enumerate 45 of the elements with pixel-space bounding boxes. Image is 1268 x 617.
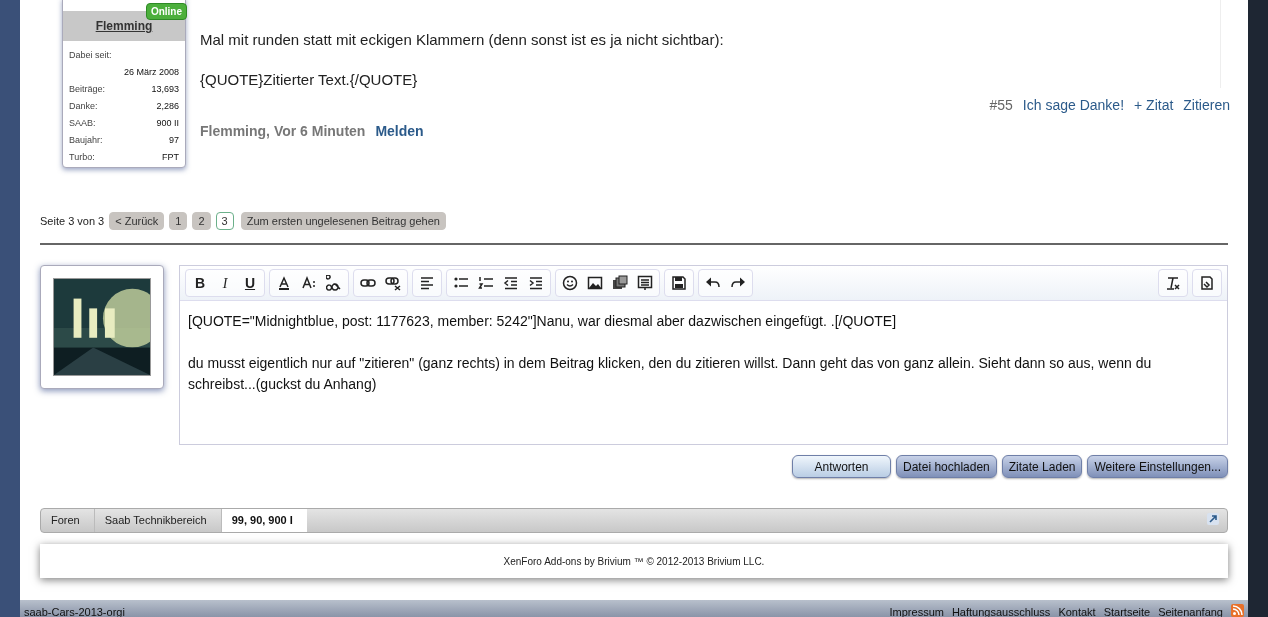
form-button[interactable]: Zitate Laden <box>1001 455 1083 478</box>
bold-button[interactable]: B <box>188 271 212 295</box>
stat-value: 97 <box>169 134 179 147</box>
stat-value: FPT <box>162 151 179 164</box>
jump-icon[interactable] <box>1207 513 1219 525</box>
footer-credit: XenForo Add-ons by Brivium ™ © 2012-2013 Brivium LLC. <box>503 554 765 569</box>
editor-text: [QUOTE="Midnightblue, post: 1177623, member: 5242"]Nanu, war diesmal aber dazwischen eingefügt. .[/QUOTE] <box>188 312 898 331</box>
form-button[interactable]: Datei hochladen <box>896 455 997 478</box>
previous-page-link[interactable]: < Zurück <box>109 212 165 230</box>
report-link[interactable]: Melden <box>375 121 424 142</box>
underline-button[interactable]: U <box>238 271 262 295</box>
form-button[interactable]: Weitere Einstellungen... <box>1087 455 1228 478</box>
breadcrumb-link[interactable]: 99, 90, 900 I <box>221 509 307 532</box>
breadcrumb-link[interactable]: Foren <box>41 509 95 532</box>
stat-value: 26 März 2008 <box>123 66 179 79</box>
stat-label: Turbo: <box>69 151 95 164</box>
breadcrumb-link[interactable]: Saab Technikbereich <box>94 509 222 532</box>
stat-label: Danke: <box>69 100 98 113</box>
page-link[interactable]: 2 <box>192 212 211 230</box>
post-action-link[interactable]: Ich sage Danke! <box>1022 95 1124 116</box>
page-link[interactable]: 3 <box>215 212 234 230</box>
stat-label: Dabei seit: <box>69 49 113 62</box>
online-badge: Online <box>145 3 187 20</box>
stat-value: 900 II <box>156 117 179 130</box>
rss-icon[interactable] <box>1231 604 1244 617</box>
italic-button[interactable]: I <box>213 271 237 295</box>
footer-link[interactable]: Startseite <box>1103 604 1151 617</box>
page-indicator: Seite 3 von 3 <box>40 213 105 229</box>
stat-value: 2,286 <box>156 100 179 113</box>
page-link[interactable]: 1 <box>169 212 188 230</box>
post-action-link[interactable]: Zitieren <box>1183 95 1230 116</box>
unread-post-link[interactable]: Zum ersten ungelesenen Beitrag gehen <box>240 212 446 230</box>
stat-label: Baujahr: <box>69 134 103 147</box>
editor-field[interactable] <box>179 265 1228 445</box>
stat-label: SAAB: <box>69 117 96 130</box>
footer-link[interactable]: Kontakt <box>1058 604 1096 617</box>
post-text: {QUOTE}Zitierter Text.{/QUOTE} <box>200 70 419 90</box>
editor-text: du musst eigentlich nur auf "zitieren" (ganz rechts) in dem Beitrag klicken, den du zitieren willst. Dann geht das von ganz allein. Sieht dann so aus, wenn du schreibst...(guckst du Anhang) <box>188 354 1153 394</box>
post-number[interactable]: #55 <box>989 95 1013 116</box>
stat-value: 13,693 <box>151 83 179 96</box>
post-byline: Flemming, Vor 6 Minuten <box>200 122 366 141</box>
post-action-link[interactable]: + Zitat <box>1134 95 1174 116</box>
form-button[interactable]: Antworten <box>792 455 892 478</box>
post-text: Mal mit runden statt mit eckigen Klammern (denn sonst ist es ja nicht sichtbar): <box>200 30 725 50</box>
stat-label: Beiträge: <box>69 83 106 96</box>
